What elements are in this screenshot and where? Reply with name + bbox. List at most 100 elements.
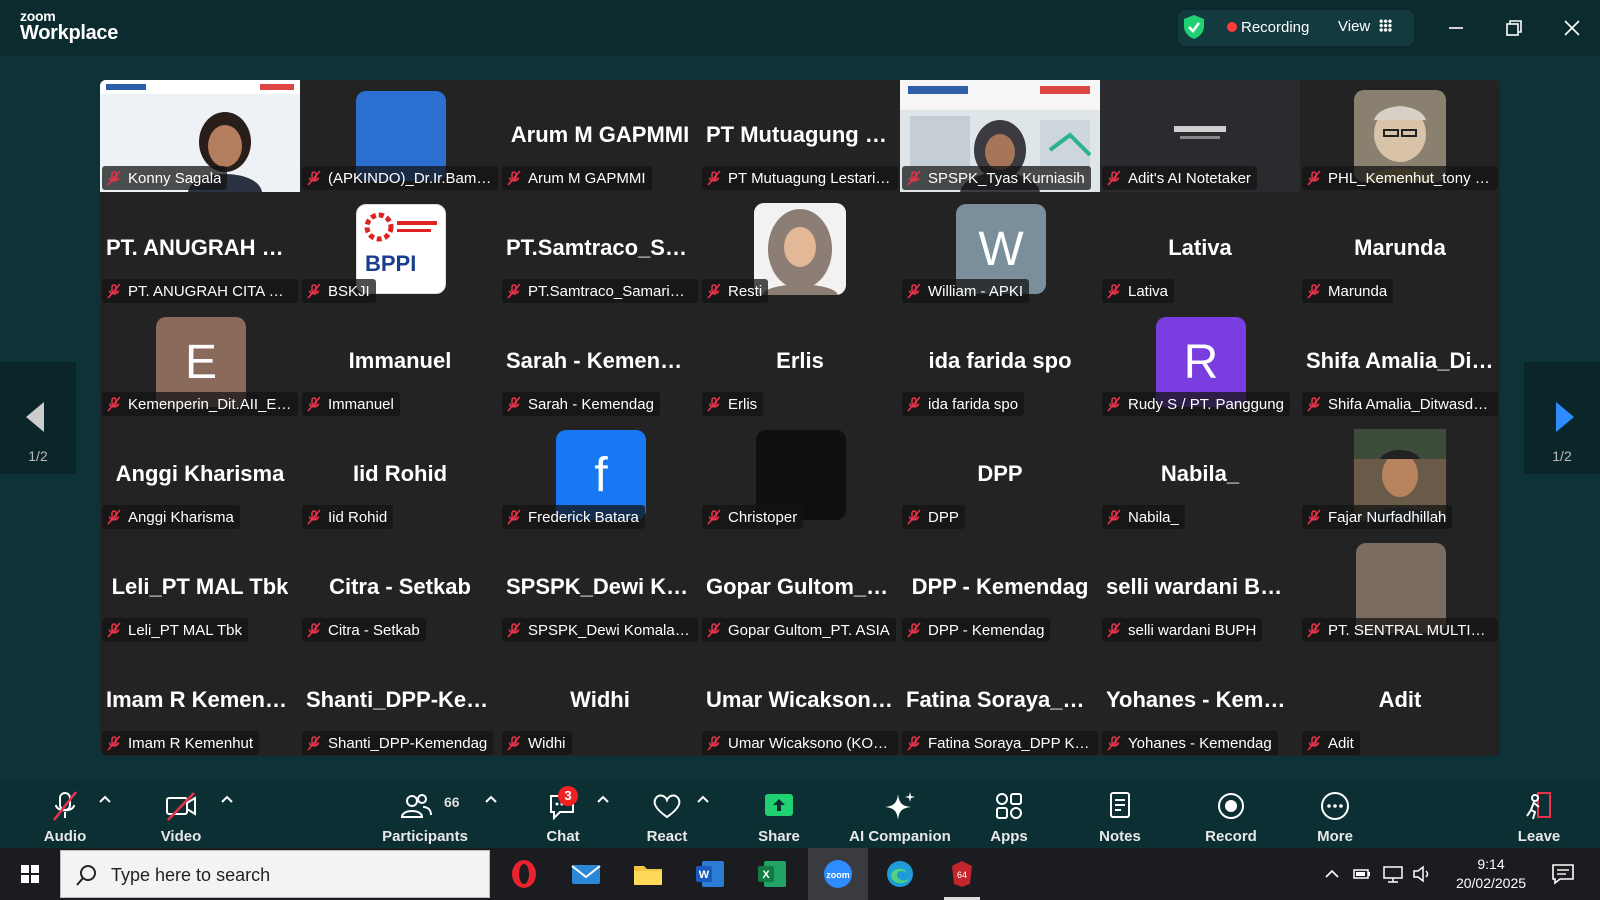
chat-options-chevron-icon[interactable] [596,794,610,804]
participant-tile[interactable]: Citra - Setkab Citra - Setkab [300,532,500,644]
participant-tile[interactable]: SPSPK_Tyas Kurniasih [900,80,1100,192]
participant-tile[interactable]: Erlis Erlis [700,306,900,418]
more-button[interactable]: More [1300,778,1370,848]
participant-tile[interactable]: PT. ANUGRAH CITA ERA PT. ANUGRAH CITA ERA… [100,193,300,305]
participant-tile[interactable]: ida farida spo ida farida spo [900,306,1100,418]
participant-name-label: ida farida spo [902,392,1025,416]
participant-name: Umar Wicaksono (KOPERASI) [728,734,892,752]
participant-tile[interactable]: Fatina Soraya_DPP Kemendag Fatina Soraya_… [900,645,1100,756]
chat-button[interactable]: 3 Chat [528,778,598,848]
minimize-icon[interactable] [1442,14,1470,42]
search-icon [76,865,96,886]
participant-tile[interactable]: Adit's AI Notetaker [1100,80,1300,192]
participant-tile[interactable]: PT Mutuagung Lestari PT Mutuagung Lestari… [700,80,900,192]
windows-start-icon[interactable] [12,856,48,892]
react-button[interactable]: React [632,778,702,848]
participant-tile[interactable]: SPSPK_Dewi Komalasari SPSPK_Dewi Komalasa… [500,532,700,644]
participant-name-label: Fajar Nurfadhillah [1302,505,1453,529]
participant-tile[interactable]: PT.Samtraco_Samarinda PT.Samtraco_Samarin… [500,193,700,305]
participants-options-chevron-icon[interactable] [484,794,498,804]
notes-button[interactable]: Notes [1085,778,1155,848]
participant-name: Widhi [528,734,566,752]
participant-tile[interactable]: (APKINDO)_Dr.Ir.Bambang S. [300,80,500,192]
file-explorer-icon[interactable] [630,856,666,892]
participant-tile[interactable]: BPPI BSKJI [300,193,500,305]
volume-icon[interactable] [1412,864,1432,884]
security-shield-icon[interactable] [1182,14,1206,40]
game-app-icon[interactable]: 64 [944,856,980,892]
participant-tile[interactable]: DPP - Kemendag DPP - Kemendag [900,532,1100,644]
audio-options-chevron-icon[interactable] [98,794,112,804]
participant-tile[interactable]: E Kemenperin_Dit.AII_Eva [100,306,300,418]
participants-button[interactable]: 66 Participants [378,778,472,848]
participant-tile[interactable]: f Frederick Batara [500,419,700,531]
participant-tile[interactable]: PHL_Kemenhut_tony (Kemenhut) [1300,80,1500,192]
participant-tile[interactable]: Adit Adit [1300,645,1500,756]
participant-tile[interactable]: Sarah - Kemendag Sarah - Kemendag [500,306,700,418]
excel-icon[interactable]: X [754,856,790,892]
word-icon[interactable]: W [692,856,728,892]
next-page-button[interactable]: 1/2 [1524,362,1600,474]
mic-muted-icon [107,283,121,299]
mail-icon[interactable] [568,856,604,892]
restore-icon[interactable] [1500,14,1528,42]
participant-tile[interactable]: Resti [700,193,900,305]
battery-icon[interactable] [1352,864,1372,884]
participant-name-label: William - APKI [902,279,1030,303]
participant-tile[interactable]: selli wardani BUPH selli wardani BUPH [1100,532,1300,644]
participant-tile[interactable]: Immanuel Immanuel [300,306,500,418]
participant-tile[interactable]: Konny Sagala [100,80,300,192]
edge-browser-icon[interactable] [882,856,918,892]
ai-companion-button[interactable]: AI Companion [844,778,956,848]
participants-label: Participants [382,828,468,845]
participant-tile[interactable]: Lativa Lativa [1100,193,1300,305]
opera-browser-icon[interactable] [506,856,542,892]
participant-tile[interactable]: Arum M GAPMMI Arum M GAPMMI [500,80,700,192]
participant-name-label: selli wardani BUPH [1102,618,1263,642]
sparkle-icon [885,792,915,820]
close-icon[interactable] [1558,14,1586,42]
recording-status[interactable]: Recording [1241,19,1309,36]
participant-tile[interactable]: Shanti_DPP-Kemendag Shanti_DPP-Kemendag [300,645,500,756]
participant-tile[interactable]: Widhi Widhi [500,645,700,756]
tray-chevron-up-icon[interactable] [1324,866,1340,882]
participant-tile[interactable]: Fajar Nurfadhillah [1300,419,1500,531]
notification-center-icon[interactable] [1550,861,1576,887]
zoom-app-icon[interactable]: zoom [820,856,856,892]
participant-tile[interactable]: Iid Rohid Iid Rohid [300,419,500,531]
participant-tile[interactable]: Imam R Kemenhut Imam R Kemenhut [100,645,300,756]
system-clock[interactable]: 9:14 20/02/2025 [1436,855,1546,893]
participant-tile[interactable]: Marunda Marunda [1300,193,1500,305]
video-options-chevron-icon[interactable] [220,794,234,804]
svg-text:zoom: zoom [826,870,850,880]
participant-tile[interactable]: Christoper [700,419,900,531]
previous-page-button[interactable]: 1/2 [0,362,76,474]
taskbar-search-box[interactable]: Type here to search [60,850,490,898]
apps-button[interactable]: Apps [974,778,1044,848]
participant-tile[interactable]: W William - APKI [900,193,1100,305]
participant-name-label: Citra - Setkab [302,618,426,642]
participant-tile[interactable]: Yohanes - Kemendag Yohanes - Kemendag [1100,645,1300,756]
react-options-chevron-icon[interactable] [696,794,710,804]
record-button[interactable]: Record [1196,778,1266,848]
network-icon[interactable] [1382,864,1404,884]
participant-tile[interactable]: Shifa Amalia_Ditwasdaglu Shifa Amalia_Dit… [1300,306,1500,418]
participant-name: Arum M GAPMMI [528,169,646,187]
participant-tile[interactable]: Anggi Kharisma Anggi Kharisma [100,419,300,531]
audio-button[interactable]: Audio [30,778,100,848]
participant-tile[interactable]: Leli_PT MAL Tbk Leli_PT MAL Tbk [100,532,300,644]
participant-tile[interactable]: DPP DPP [900,419,1100,531]
participant-tile[interactable]: PT. SENTRAL MULTIRAGAM [1300,532,1500,644]
participant-name: Shanti_DPP-Kemendag [328,734,488,752]
participant-tile[interactable]: Nabila_ Nabila_ [1100,419,1300,531]
participant-tile[interactable]: Gopar Gultom_PT. ASI Gopar Gultom_PT. ASI… [700,532,900,644]
leave-button[interactable]: Leave [1504,778,1574,848]
share-screen-button[interactable]: Share [744,778,814,848]
video-button[interactable]: Video [146,778,216,848]
grid-view-icon[interactable] [1379,19,1392,32]
participant-name: Iid Rohid [328,508,388,526]
view-button[interactable]: View [1338,18,1370,35]
audio-label: Audio [43,828,87,845]
participant-tile[interactable]: R Rudy S / PT. Panggung [1100,306,1300,418]
participant-tile[interactable]: Umar Wicaksono (KOPERASI) Umar Wicaksono … [700,645,900,756]
